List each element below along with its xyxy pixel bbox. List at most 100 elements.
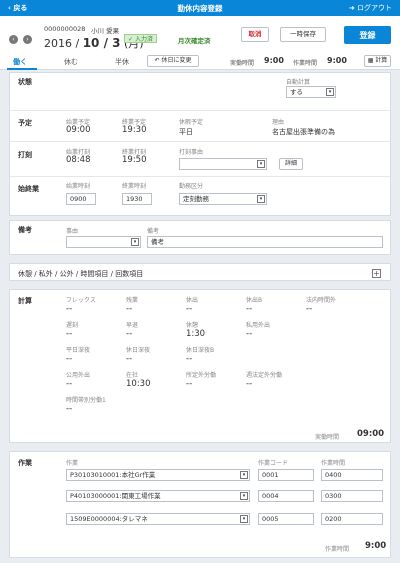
calc-actual-value: 09:00 (357, 429, 385, 439)
chevron-down-icon: ▾ (240, 471, 248, 479)
check-icon: ✓ (128, 36, 135, 43)
calculate-label: 計算 (375, 57, 388, 64)
calc-holiday-work-label: 休出 (186, 297, 199, 304)
work-end-input[interactable]: 1930 (122, 193, 152, 205)
page-title: 勤休内容登録 (177, 4, 223, 13)
calc-overtime-label: 残業 (126, 297, 139, 304)
calc-private-out-value: -- (246, 329, 253, 339)
work-type-value: 定刻勤務 (183, 195, 209, 203)
calc-flex-label: フレックス (66, 297, 96, 304)
work-start-input[interactable]: 0900 (66, 193, 96, 205)
calc-holiday-night-label: 休日深夜 (126, 347, 151, 354)
calc-time-band-label: 時間帯別労働1 (66, 397, 106, 404)
calc-weekday-night-label: 平日深夜 (66, 347, 91, 354)
calculate-button[interactable]: ▦ 計算 (364, 55, 391, 67)
logout-label: ログアウト (357, 4, 392, 12)
work-time-label: 作業時間 (293, 60, 318, 67)
task-select[interactable]: P40103000001:関東工場作業 ▾ (66, 490, 250, 502)
calc-in-office-label: 在社 (126, 372, 139, 379)
calc-flex-value: -- (66, 304, 73, 314)
calc-holiday-work-value: -- (186, 304, 193, 314)
task-select[interactable]: P30103010001:本社Gr作業 ▾ (66, 469, 250, 481)
remarks-reason-select[interactable]: ▾ (66, 236, 141, 248)
chevron-down-icon: ▾ (240, 492, 248, 500)
calc-section: 計算 フレックス -- 残業 -- 休出 -- 休出B -- 法内時間外 -- … (9, 289, 391, 443)
schedule-reason-value: 名古屋出張準備の為 (272, 128, 335, 136)
calc-non-scheduled-label: 所定外労働 (186, 372, 217, 379)
task-total-label: 作業時間 (325, 546, 350, 553)
work-end-label: 終業時刻 (122, 183, 147, 190)
punch-reason-select[interactable]: ▾ (179, 158, 267, 170)
calc-late-value: -- (66, 329, 73, 339)
task-time-input[interactable]: 0200 (321, 513, 383, 525)
task-time-input[interactable]: 0300 (321, 490, 383, 502)
task-time-input[interactable]: 0400 (321, 469, 383, 481)
task-code-input[interactable]: 0004 (258, 490, 314, 502)
tab-half-leave[interactable]: 半休 (115, 57, 129, 67)
status-badge-input: ✓ 入力済 (124, 34, 157, 43)
work-time-value: 9:00 (327, 56, 347, 65)
schedule-start-value: 09:00 (66, 125, 91, 135)
schedule-end-value: 19:30 (122, 125, 147, 135)
cancel-button[interactable]: 取消 (241, 27, 269, 42)
next-day-icon[interactable]: › (23, 35, 32, 44)
calc-in-office-value: 10:30 (126, 379, 151, 389)
auto-calc-select[interactable]: する ▾ (286, 86, 336, 98)
calc-private-out-label: 私用外出 (246, 322, 271, 329)
punch-reason-label: 打刻事由 (179, 149, 204, 156)
record-header: ‹ › 0000000028 小川 愛果 2016 / 10 / 3 (月) ✓… (0, 16, 400, 70)
task-value: P30103010001:本社Gr作業 (70, 471, 156, 479)
calc-late-label: 遅刻 (66, 322, 79, 329)
calc-early-leave-value: -- (126, 329, 133, 339)
logout-link[interactable]: ➜ ログアウト (349, 3, 392, 13)
calc-break-value: 1:30 (186, 329, 206, 339)
punch-start-value: 08:48 (66, 155, 91, 165)
task-value: 1509E0000004:タレマネ (70, 515, 148, 523)
tasks-label: 作業 (18, 459, 32, 467)
calc-non-scheduled-value: -- (186, 379, 193, 389)
chevron-down-icon: ▾ (257, 195, 265, 203)
task-time-col-header: 作業時間 (321, 460, 346, 467)
calc-business-out-label: 公用外出 (66, 372, 91, 379)
status-badge-monthly: 月次確定済 (178, 37, 211, 45)
calc-weekly-overtime-label: 週法定外労働 (246, 372, 283, 379)
register-button[interactable]: 登録 (344, 26, 391, 44)
punch-end-value: 19:50 (122, 155, 147, 165)
schedule-label: 予定 (18, 119, 32, 127)
divider (10, 110, 390, 111)
calc-holiday-night-value: -- (126, 354, 133, 364)
remarks-note-label: 備考 (147, 228, 160, 235)
calc-business-out-value: -- (66, 379, 73, 389)
top-bar: ‹ 戻る 勤休内容登録 ➜ ログアウト (0, 0, 400, 16)
auto-calc-value: する (290, 88, 303, 96)
task-select[interactable]: 1509E0000004:タレマネ ▾ (66, 513, 250, 525)
task-code-input[interactable]: 0005 (258, 513, 314, 525)
task-value: P40103000001:関東工場作業 (70, 492, 161, 500)
remarks-section: 備考 事由 ▾ 備考 備考 (9, 220, 391, 255)
work-type-select[interactable]: 定刻勤務 ▾ (179, 193, 267, 205)
remarks-label: 備考 (18, 226, 32, 234)
date-year: 2016 / (44, 37, 80, 50)
detail-button[interactable]: 詳細 (279, 158, 303, 170)
prev-day-icon[interactable]: ‹ (9, 35, 18, 44)
tab-leave[interactable]: 休む (64, 57, 78, 67)
actual-time-label: 実働時間 (230, 60, 255, 67)
attendance-section: 状態 自動計算 する ▾ 予定 始業予定 09:00 終業予定 19:30 休暇… (9, 72, 391, 216)
change-to-holiday-button[interactable]: ↶ 休日に変更 (147, 55, 199, 67)
task-code-input[interactable]: 0001 (258, 469, 314, 481)
calc-weekly-overtime-value: -- (246, 379, 253, 389)
breaks-section[interactable]: 休憩 / 私外 / 公外 / 時間項目 / 回数項目 + (9, 263, 391, 281)
remarks-note-input[interactable]: 備考 (147, 236, 383, 248)
plus-icon[interactable]: + (372, 269, 381, 278)
calc-legal-overtime-value: -- (306, 304, 313, 314)
active-tab-indicator (7, 68, 37, 70)
calc-holiday-work-b-label: 休出B (246, 297, 263, 304)
task-col-header: 作業 (66, 460, 79, 467)
calc-label: 計算 (18, 297, 32, 305)
calc-break-label: 休憩 (186, 322, 199, 329)
divider (10, 141, 390, 142)
tab-work[interactable]: 働く (13, 57, 27, 67)
schedule-reason-label: 理由 (272, 119, 285, 126)
temp-save-button[interactable]: 一時保存 (280, 27, 326, 42)
calc-holiday-night-b-value: -- (186, 354, 193, 364)
